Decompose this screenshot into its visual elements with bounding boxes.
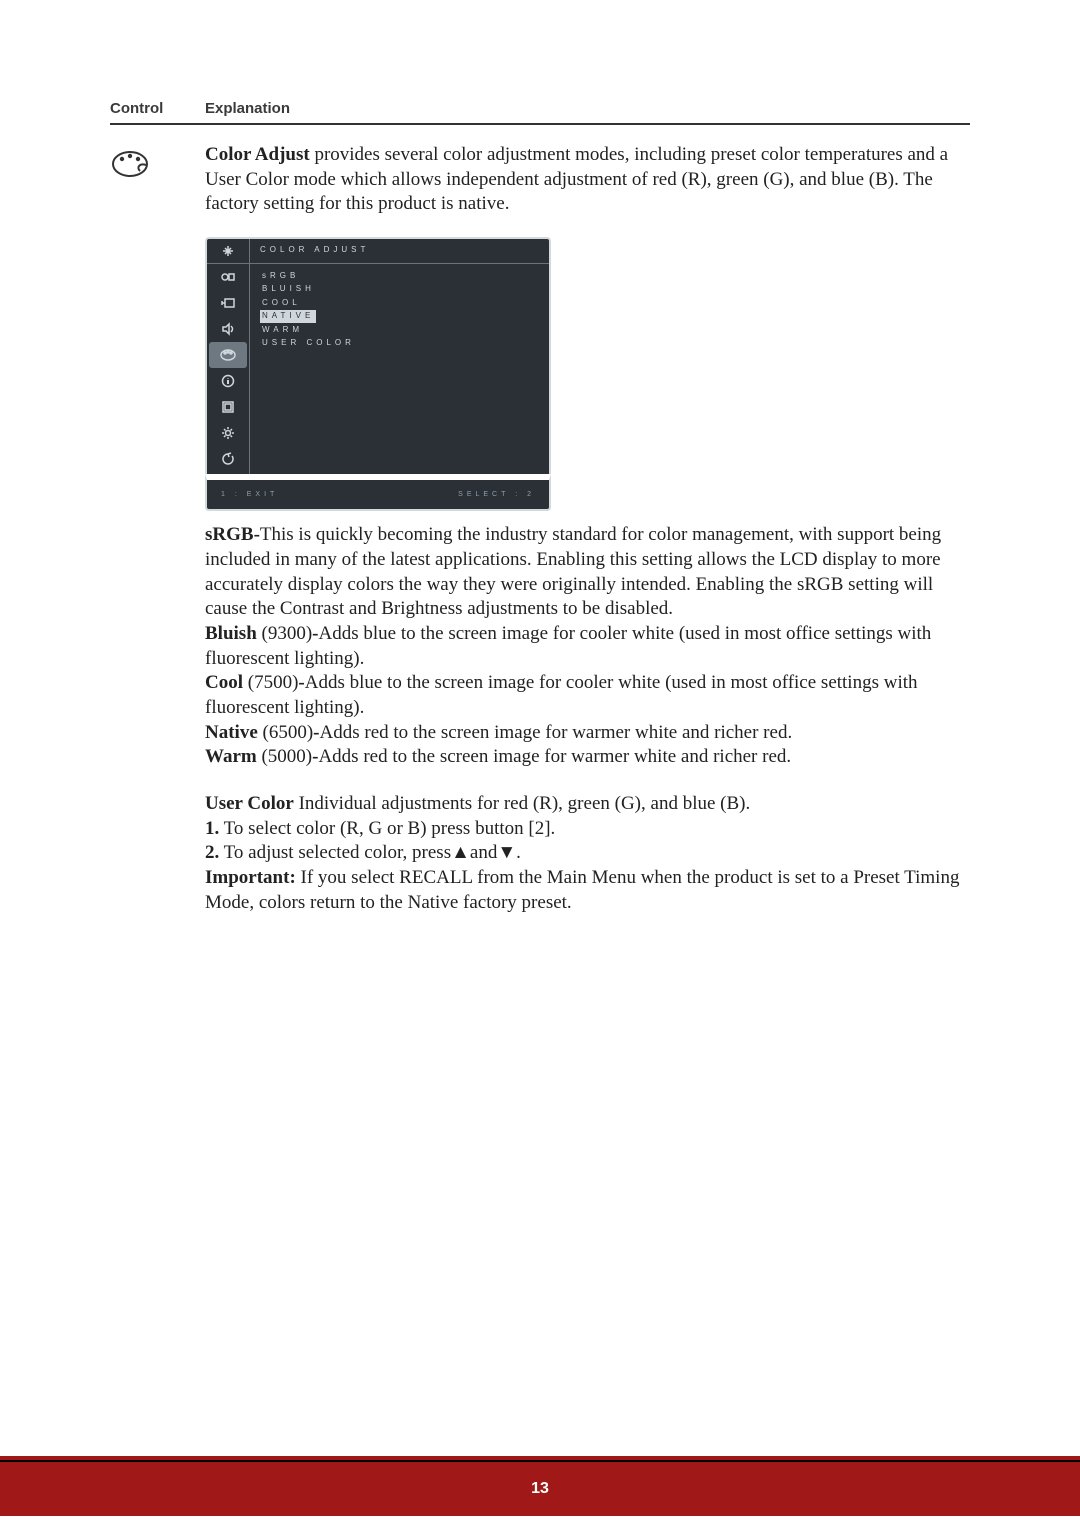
osd-icon-info	[207, 368, 249, 394]
table-header: Control Explanation	[110, 100, 970, 125]
warm-title: Warm	[205, 746, 257, 767]
user-color-block: User Color Individual adjustments for re…	[205, 792, 970, 915]
osd-menu-item: NATIVE	[260, 310, 316, 322]
srgb-paragraph: sRGB-This is quickly becoming the indust…	[205, 523, 970, 622]
osd-header-icon	[207, 239, 250, 263]
native-title: Native	[205, 722, 258, 743]
native-paragraph: Native (6500)-Adds red to the screen ima…	[205, 721, 970, 746]
page-footer: 13	[0, 1460, 1080, 1516]
step2c-text: .	[516, 842, 521, 863]
srgb-text: This is quickly becoming the industry st…	[205, 524, 941, 619]
intro-text: provides several color adjustment modes,…	[205, 144, 948, 214]
osd-menu-item: sRGB	[260, 270, 301, 282]
osd-screenshot: COLOR ADJUST sRGBBLUISH COOLNATIVE WARMUSE…	[205, 237, 551, 511]
important-text: If you select RECALL from the Main Menu …	[205, 867, 959, 913]
intro-paragraph: Color Adjust provides several color adju…	[205, 143, 970, 217]
native-value: (6500)	[258, 722, 313, 743]
down-arrow-icon: ▼	[497, 842, 516, 863]
cool-value: (7500)	[243, 672, 298, 693]
warm-text: Adds red to the screen image for warmer …	[318, 746, 791, 767]
osd-footer-select: SELECT : 2	[458, 490, 535, 499]
user-color-intro: Individual adjustments for red (R), gree…	[294, 793, 750, 814]
step1-num: 1.	[205, 818, 219, 839]
bluish-paragraph: Bluish (9300)-Adds blue to the screen im…	[205, 622, 970, 671]
osd-menu-item: WARM	[260, 324, 305, 336]
cool-paragraph: Cool (7500)-Adds blue to the screen imag…	[205, 671, 970, 720]
osd-sidebar	[207, 264, 250, 474]
osd-icon-setup	[207, 420, 249, 446]
step2-num: 2.	[205, 842, 219, 863]
col-control: Control	[110, 100, 205, 117]
bluish-title: Bluish	[205, 623, 257, 644]
cool-text: Adds blue to the screen image for cooler…	[205, 672, 918, 718]
osd-icon-input	[207, 290, 249, 316]
osd-icon-audio	[207, 316, 249, 342]
warm-value: (5000)	[257, 746, 312, 767]
osd-icon-image	[207, 394, 249, 420]
osd-icon-color	[209, 342, 247, 368]
srgb-title: sRGB-	[205, 524, 260, 545]
important-label: Important:	[205, 867, 296, 888]
osd-icon-recall	[207, 446, 249, 472]
osd-footer-exit: 1 : EXIT	[221, 490, 278, 499]
bluish-value: (9300)	[257, 623, 312, 644]
control-icon-cell	[110, 143, 205, 915]
page-number: 13	[531, 1480, 549, 1497]
osd-menu-list: sRGBBLUISH COOLNATIVE WARMUSER COLOR	[250, 264, 549, 474]
osd-menu-item: BLUISH	[260, 283, 317, 295]
user-color-title: User Color	[205, 793, 294, 814]
native-text: Adds red to the screen image for warmer …	[320, 722, 793, 743]
cool-title: Cool	[205, 672, 243, 693]
step1-text: To select color (R, G or B) press button…	[219, 818, 555, 839]
osd-menu-item: COOL	[260, 297, 303, 309]
osd-menu-item: USER COLOR	[260, 337, 357, 349]
osd-icon-contrast	[207, 264, 249, 290]
up-arrow-icon: ▲	[451, 842, 470, 863]
warm-paragraph: Warm (5000)-Adds red to the screen image…	[205, 745, 970, 770]
step2b-text: and	[470, 842, 497, 863]
intro-title: Color Adjust	[205, 144, 310, 165]
palette-icon	[110, 149, 150, 179]
step2a-text: To adjust selected color, press	[219, 842, 451, 863]
col-explanation: Explanation	[205, 100, 290, 117]
osd-title: COLOR ADJUST	[250, 239, 549, 263]
